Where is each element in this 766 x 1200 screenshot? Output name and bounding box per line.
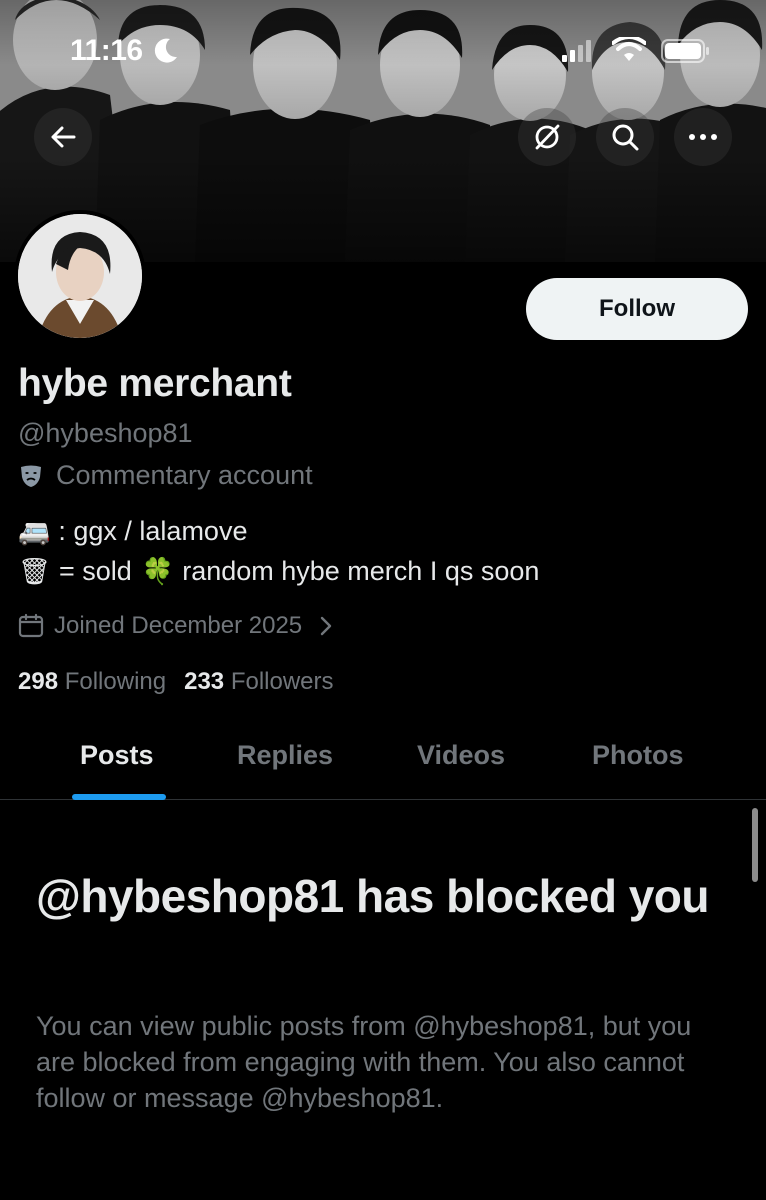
search-icon bbox=[612, 124, 639, 151]
follow-button[interactable]: Follow bbox=[526, 278, 748, 340]
battery-icon bbox=[661, 39, 709, 63]
more-options-button[interactable] bbox=[674, 108, 732, 166]
followers-count: 233 bbox=[184, 668, 225, 695]
van-emoji: 🚐 bbox=[18, 516, 51, 547]
scrollbar[interactable] bbox=[752, 808, 758, 882]
bio-text: = sold bbox=[59, 556, 132, 586]
moon-icon bbox=[154, 38, 177, 63]
active-tab-indicator bbox=[72, 794, 166, 800]
profile-tabs: Posts Replies Videos Photos bbox=[0, 716, 766, 800]
translate-button[interactable] bbox=[518, 108, 576, 166]
followers-count-link[interactable]: 233 Followers bbox=[184, 668, 333, 696]
bio-line: 🚐 : ggx / lalamove bbox=[18, 516, 247, 547]
blocked-title: @hybeshop81 has blocked you bbox=[36, 870, 709, 922]
follow-stats: 298 Following 233 Followers bbox=[18, 668, 334, 696]
more-icon bbox=[689, 134, 717, 140]
following-count-link[interactable]: 298 Following bbox=[18, 668, 166, 696]
following-count: 298 bbox=[18, 668, 59, 695]
followers-label: Followers bbox=[230, 668, 334, 695]
tab-videos[interactable]: Videos bbox=[417, 740, 505, 771]
mask-icon bbox=[21, 465, 41, 487]
chevron-right-icon bbox=[320, 616, 332, 636]
bio-text: random hybe merch I qs soon bbox=[182, 556, 540, 586]
status-time: 11:16 bbox=[70, 34, 143, 67]
avatar[interactable] bbox=[14, 210, 146, 342]
arrow-left-icon bbox=[51, 126, 76, 148]
bio-line: 🗑 = sold 🍀 random hybe merch I qs soon bbox=[18, 556, 539, 587]
joined-text: Joined December 2025 bbox=[54, 612, 303, 639]
joined-date[interactable]: Joined December 2025 bbox=[18, 612, 334, 640]
back-button[interactable] bbox=[34, 108, 92, 166]
search-button[interactable] bbox=[596, 108, 654, 166]
account-label-text: Commentary account bbox=[56, 460, 313, 490]
display-name: hybe merchant bbox=[18, 362, 292, 405]
bio-text: : ggx / lalamove bbox=[58, 516, 248, 546]
tab-posts[interactable]: Posts bbox=[80, 740, 154, 771]
calendar-icon bbox=[18, 613, 44, 638]
blocked-description: You can view public posts from @hybeshop… bbox=[36, 1011, 692, 1113]
account-label[interactable]: Commentary account bbox=[18, 460, 313, 491]
avatar-photo bbox=[18, 214, 142, 338]
clover-emoji: 🍀 bbox=[141, 556, 175, 587]
translate-icon bbox=[535, 124, 560, 150]
handle: @hybeshop81 bbox=[18, 418, 193, 448]
wifi-icon bbox=[612, 37, 646, 61]
trash-emoji: 🗑 bbox=[18, 556, 52, 587]
cellular-signal-icon bbox=[562, 40, 591, 62]
tab-photos[interactable]: Photos bbox=[592, 740, 684, 771]
following-label: Following bbox=[64, 668, 167, 695]
tab-replies[interactable]: Replies bbox=[237, 740, 333, 771]
